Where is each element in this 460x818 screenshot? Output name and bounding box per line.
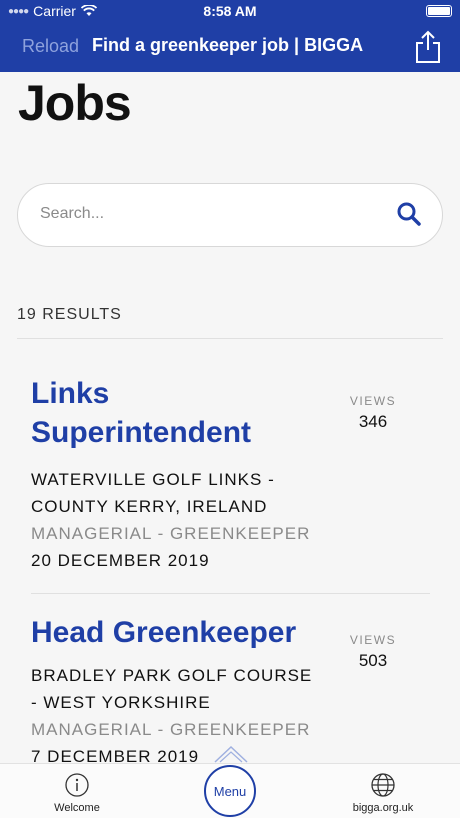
views-label: VIEWS — [349, 633, 397, 647]
job-category: MANAGERIAL - GREENKEEPER — [31, 524, 311, 543]
divider — [17, 338, 443, 339]
job-category: MANAGERIAL - GREENKEEPER — [31, 720, 311, 739]
menu-button[interactable]: Menu — [204, 765, 256, 817]
clock: 8:58 AM — [203, 3, 257, 19]
globe-icon — [371, 773, 395, 797]
job-location: BRADLEY PARK GOLF COURSE - WEST YORKSHIR… — [31, 666, 313, 712]
search-bar[interactable]: Search... — [17, 183, 443, 247]
reload-button[interactable]: Reload — [22, 36, 79, 57]
search-input[interactable]: Search... — [40, 205, 104, 223]
share-icon[interactable] — [413, 30, 443, 64]
job-date: 20 DECEMBER 2019 — [31, 551, 210, 570]
search-icon[interactable] — [396, 201, 422, 227]
results-count: 19 RESULTS — [17, 306, 122, 323]
views-count: 503 — [358, 651, 388, 670]
job-card[interactable]: Links Superintendent WATERVILLE GOLF LIN… — [31, 374, 431, 574]
tab-welcome[interactable]: Welcome — [46, 772, 108, 814]
roof-icon — [214, 745, 248, 763]
info-icon — [65, 773, 89, 797]
browser-nav-bar: Reload Find a greenkeeper job | BIGGA — [0, 22, 460, 72]
page-title: Find a greenkeeper job | BIGGA — [92, 35, 364, 55]
job-title-link[interactable]: Links Superintendent — [31, 374, 331, 452]
views-label: VIEWS — [349, 394, 397, 408]
job-views: VIEWS 503 — [349, 633, 397, 671]
menu-button-label: Menu — [213, 783, 247, 799]
job-views: VIEWS 346 — [349, 394, 397, 432]
divider — [31, 593, 430, 594]
views-count: 346 — [358, 412, 388, 431]
tab-website[interactable]: bigga.org.uk — [343, 772, 423, 814]
tab-website-label: bigga.org.uk — [352, 802, 414, 814]
status-bar: ●●●● Carrier 8:58 AM — [0, 0, 460, 22]
tab-welcome-label: Welcome — [54, 802, 100, 814]
job-location: WATERVILLE GOLF LINKS - COUNTY KERRY, IR… — [31, 470, 275, 516]
battery-icon — [426, 5, 452, 17]
job-title-link[interactable]: Head Greenkeeper — [31, 613, 341, 652]
page-heading: Jobs — [18, 75, 132, 131]
